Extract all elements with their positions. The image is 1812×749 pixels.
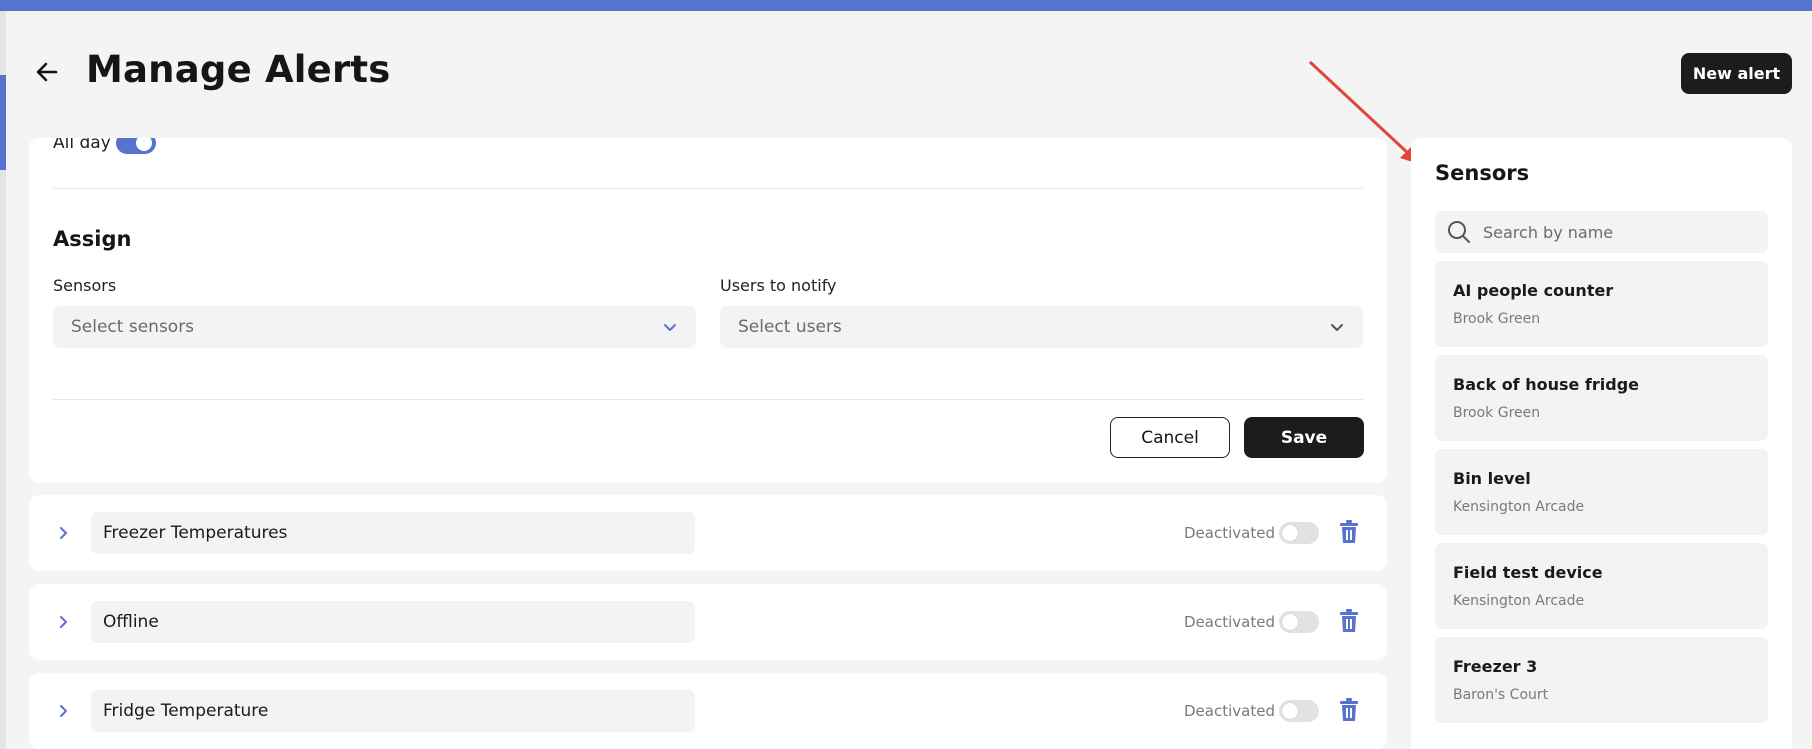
users-select[interactable]: Select users: [720, 306, 1363, 348]
sensor-location: Kensington Arcade: [1453, 593, 1585, 609]
toggle-knob: [1282, 614, 1298, 630]
page-title: Manage Alerts: [86, 48, 391, 91]
search-icon: [1448, 221, 1470, 243]
sensors-panel-title: Sensors: [1435, 161, 1530, 185]
chevron-down-icon: [1331, 324, 1343, 331]
trash-icon[interactable]: [1338, 698, 1360, 722]
sensor-location: Kensington Arcade: [1453, 499, 1585, 515]
sensors-select[interactable]: Select sensors: [53, 306, 696, 348]
chevron-down-icon: [664, 324, 676, 331]
sensor-name: AI people counter: [1453, 281, 1614, 300]
sensor-location: Brook Green: [1453, 405, 1541, 421]
divider: [53, 399, 1363, 400]
sensor-list-item[interactable]: Field test device Kensington Arcade: [1435, 543, 1768, 629]
trash-icon[interactable]: [1338, 609, 1360, 633]
assign-heading: Assign: [53, 227, 132, 251]
all-day-toggle[interactable]: [116, 138, 156, 154]
chevron-right-icon: [60, 705, 67, 717]
sensors-select-placeholder: Select sensors: [71, 317, 195, 337]
save-button[interactable]: Save: [1244, 417, 1364, 458]
top-banner: [0, 0, 1812, 11]
alert-status-label: Deactivated: [1184, 702, 1275, 720]
sensor-name: Field test device: [1453, 563, 1603, 582]
sensors-panel: Sensors AI people counter Brook Green Ba…: [1411, 138, 1792, 749]
trash-icon[interactable]: [1338, 520, 1360, 544]
toggle-knob: [1282, 525, 1298, 541]
alert-status-label: Deactivated: [1184, 524, 1275, 542]
divider: [53, 188, 1363, 189]
arrow-left-icon: [36, 62, 58, 82]
alert-row: Freezer Temperatures Deactivated: [29, 495, 1387, 571]
chevron-right-icon: [60, 616, 67, 628]
alert-name-field[interactable]: Fridge Temperature: [91, 690, 695, 732]
expand-alert-button[interactable]: [51, 521, 75, 545]
sensor-name: Bin level: [1453, 469, 1531, 488]
cancel-button[interactable]: Cancel: [1110, 417, 1230, 458]
new-alert-button[interactable]: New alert: [1681, 53, 1792, 94]
expand-alert-button[interactable]: [51, 610, 75, 634]
toggle-knob: [1282, 703, 1298, 719]
sensor-location: Baron's Court: [1453, 687, 1549, 703]
back-button[interactable]: [30, 55, 64, 89]
sensor-name: Freezer 3: [1453, 657, 1538, 676]
sidebar-accent: [0, 75, 6, 170]
alert-edit-card: All day Assign Sensors Select sensors Us…: [29, 138, 1387, 483]
sensor-location: Brook Green: [1453, 311, 1541, 327]
toggle-knob: [136, 138, 152, 151]
sensor-name: Back of house fridge: [1453, 375, 1640, 394]
sensor-list-item[interactable]: Back of house fridge Brook Green: [1435, 355, 1768, 441]
sensor-list-item[interactable]: Freezer 3 Baron's Court: [1435, 637, 1768, 723]
sensors-field-label: Sensors: [53, 276, 117, 295]
alert-row: Offline Deactivated: [29, 584, 1387, 660]
alert-name-field[interactable]: Offline: [91, 601, 695, 643]
sensor-list-item[interactable]: AI people counter Brook Green: [1435, 261, 1768, 347]
alert-active-toggle[interactable]: [1279, 522, 1319, 544]
sensor-search[interactable]: [1435, 211, 1768, 253]
sensor-search-input[interactable]: [1483, 211, 1753, 253]
expand-alert-button[interactable]: [51, 699, 75, 723]
alert-active-toggle[interactable]: [1279, 700, 1319, 722]
alert-active-toggle[interactable]: [1279, 611, 1319, 633]
alert-name-field[interactable]: Freezer Temperatures: [91, 512, 695, 554]
alert-row: Fridge Temperature Deactivated: [29, 673, 1387, 749]
sensor-list-item[interactable]: Bin level Kensington Arcade: [1435, 449, 1768, 535]
alert-status-label: Deactivated: [1184, 613, 1275, 631]
users-select-placeholder: Select users: [738, 317, 842, 337]
users-field-label: Users to notify: [720, 276, 837, 295]
all-day-label: All day: [53, 138, 111, 153]
chevron-right-icon: [60, 527, 67, 539]
